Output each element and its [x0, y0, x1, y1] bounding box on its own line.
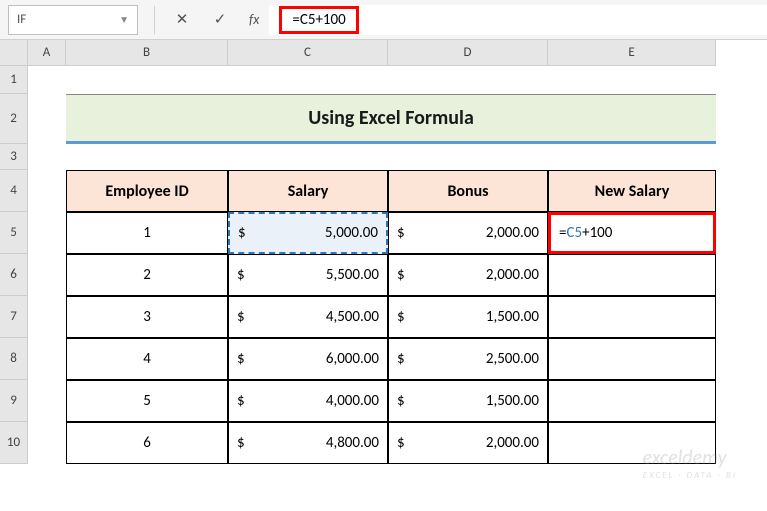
- right-col: ABCDE Using Excel Formula Employee IDSala…: [28, 40, 767, 511]
- cell-c9[interactable]: $4,000.00: [228, 380, 388, 422]
- name-box-dropdown-icon[interactable]: ▼: [119, 13, 129, 26]
- cell-e6[interactable]: [548, 254, 716, 296]
- cell-c8[interactable]: $6,000.00: [228, 338, 388, 380]
- cell-e5[interactable]: =C5+100: [548, 212, 716, 254]
- cell-c10[interactable]: $4,800.00: [228, 422, 388, 464]
- name-box[interactable]: IF ▼: [8, 5, 138, 35]
- column-header-e[interactable]: E: [548, 40, 716, 66]
- table-header-d[interactable]: Bonus: [388, 170, 548, 212]
- column-headers: ABCDE: [28, 40, 767, 66]
- formula-text-suffix: +100: [315, 11, 345, 29]
- row-header-1[interactable]: 1: [0, 66, 28, 94]
- cell-b6[interactable]: 2: [66, 254, 228, 296]
- cell-d10[interactable]: $2,000.00: [388, 422, 548, 464]
- cell-d6[interactable]: $2,000.00: [388, 254, 548, 296]
- name-box-value: IF: [17, 12, 26, 27]
- column-header-a[interactable]: A: [28, 40, 66, 66]
- row-header-3[interactable]: 3: [0, 144, 28, 170]
- row-header-2[interactable]: 2: [0, 94, 28, 144]
- formula-highlight: =C5+100: [279, 6, 358, 34]
- cell-b8[interactable]: 4: [66, 338, 228, 380]
- row-header-8[interactable]: 8: [0, 338, 28, 380]
- column-header-b[interactable]: B: [66, 40, 228, 66]
- table-header-e[interactable]: New Salary: [548, 170, 716, 212]
- cell-d7[interactable]: $1,500.00: [388, 296, 548, 338]
- enter-icon[interactable]: ✓: [207, 7, 233, 33]
- cell-b9[interactable]: 5: [66, 380, 228, 422]
- fx-icon[interactable]: fx: [249, 11, 259, 28]
- grid-area: 12345678910 ABCDE Using Excel FormulaEmp…: [0, 40, 767, 511]
- row-header-4[interactable]: 4: [0, 170, 28, 212]
- cell-d9[interactable]: $1,500.00: [388, 380, 548, 422]
- cell-c7[interactable]: $4,500.00: [228, 296, 388, 338]
- cell-d8[interactable]: $2,500.00: [388, 338, 548, 380]
- row-header-10[interactable]: 10: [0, 422, 28, 464]
- left-col: 12345678910: [0, 40, 28, 511]
- cell-c6[interactable]: $5,500.00: [228, 254, 388, 296]
- cell-d5[interactable]: $2,000.00: [388, 212, 548, 254]
- table-header-c[interactable]: Salary: [228, 170, 388, 212]
- formula-text-ref: C5: [300, 11, 316, 29]
- cell-e10[interactable]: [548, 422, 716, 464]
- column-header-d[interactable]: D: [388, 40, 548, 66]
- cell-c5[interactable]: $5,000.00: [228, 212, 388, 254]
- divider: [154, 6, 155, 34]
- page-title: Using Excel Formula: [66, 94, 716, 144]
- cell-e7[interactable]: [548, 296, 716, 338]
- cell-e9[interactable]: [548, 380, 716, 422]
- formula-text-prefix: =: [292, 11, 299, 29]
- select-all-corner[interactable]: [0, 40, 28, 66]
- row-header-6[interactable]: 6: [0, 254, 28, 296]
- table-header-b[interactable]: Employee ID: [66, 170, 228, 212]
- formula-input[interactable]: =C5+100: [269, 5, 767, 35]
- row-header-5[interactable]: 5: [0, 212, 28, 254]
- formula-bar: IF ▼ ✕ ✓ fx =C5+100: [0, 0, 767, 40]
- column-header-c[interactable]: C: [228, 40, 388, 66]
- row-headers: 12345678910: [0, 66, 28, 464]
- cell-b7[interactable]: 3: [66, 296, 228, 338]
- cell-b10[interactable]: 6: [66, 422, 228, 464]
- cell-e8[interactable]: [548, 338, 716, 380]
- row-header-7[interactable]: 7: [0, 296, 28, 338]
- row-header-9[interactable]: 9: [0, 380, 28, 422]
- cancel-icon[interactable]: ✕: [169, 7, 195, 33]
- cell-b5[interactable]: 1: [66, 212, 228, 254]
